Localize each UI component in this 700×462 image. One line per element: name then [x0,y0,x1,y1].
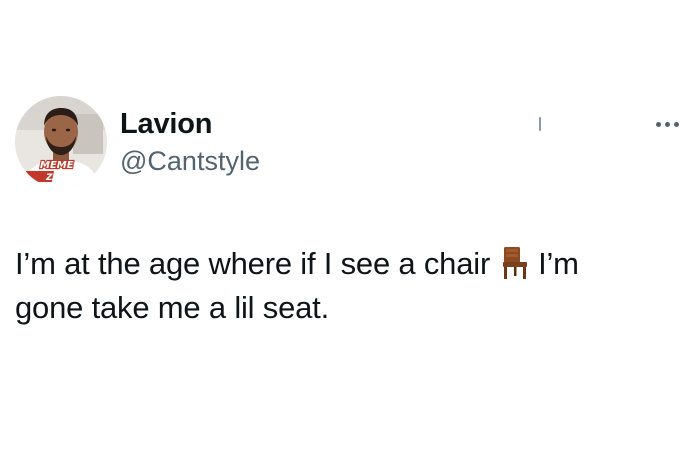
svg-text:MEME: MEME [40,160,74,171]
separator-mark [539,117,541,131]
tweet-text-part1: I’m at the age where if I see a chair [15,246,491,281]
more-options-button[interactable] [648,112,688,136]
tweet-text-line2: gone take me a lil seat. [15,290,329,325]
tweet-text: I’m at the age where if I see a chair I’… [15,242,675,330]
author-handle[interactable]: @Cantstyle [120,145,260,177]
svg-text:ZAR: ZAR [45,173,66,183]
avatar-photo: MEME ZAR [15,96,107,188]
more-options-icon-dot [665,122,670,127]
more-options-icon [656,122,661,127]
tweet-text-part2: I’m [538,246,579,281]
author-display-name[interactable]: Lavion [120,107,212,141]
tweet-card: MEME ZAR Lavion @Cantstyle I’m at the ag… [0,0,700,462]
avatar[interactable]: MEME ZAR [15,96,107,188]
more-options-icon-dot [674,122,679,127]
chair-icon [503,247,528,279]
